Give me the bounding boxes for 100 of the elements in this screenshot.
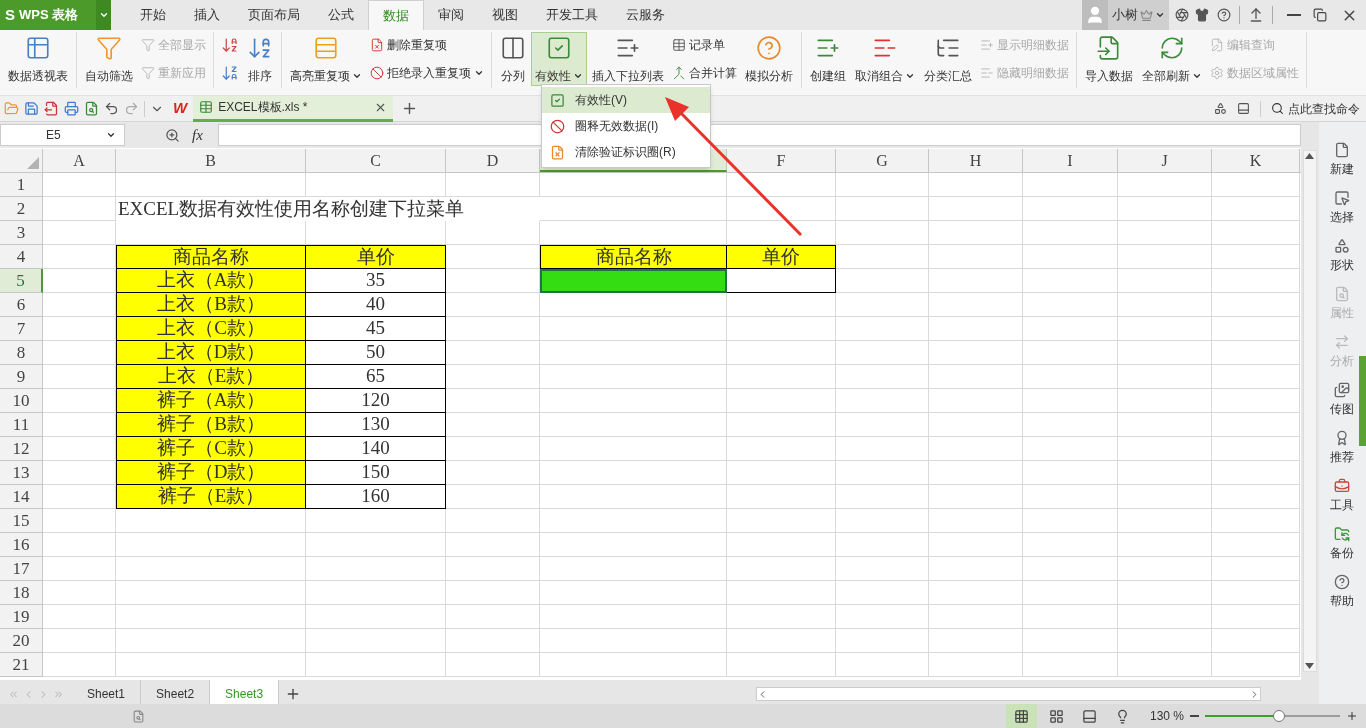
panel-expand-tab[interactable] [1359, 356, 1366, 446]
grid-cell[interactable] [1023, 413, 1118, 437]
grid-cell[interactable] [1023, 557, 1118, 581]
function-button[interactable]: fx [192, 123, 203, 147]
row-header[interactable]: 19 [0, 605, 43, 629]
grid-cell[interactable] [1023, 389, 1118, 413]
menu-tab[interactable]: 数据 [368, 0, 424, 30]
side-panel-button[interactable]: 新建 [1330, 142, 1355, 178]
grid-cell[interactable] [446, 581, 540, 605]
row-header[interactable]: 17 [0, 557, 43, 581]
table-cell[interactable]: 裤子（E款） [116, 485, 306, 509]
grid-cell[interactable] [836, 461, 929, 485]
zoom-icon[interactable] [165, 127, 180, 143]
ribbon-button[interactable]: 高亮重复项 [286, 32, 366, 86]
ribbon-button[interactable]: 删除重复项 [367, 34, 487, 56]
document-tab[interactable]: EXCEL模板.xls * [193, 95, 394, 122]
table-cell[interactable]: 35 [306, 269, 446, 293]
table-cell[interactable]: 上衣（B款） [116, 293, 306, 317]
grid-cell[interactable] [1212, 245, 1300, 269]
grid-cell[interactable] [116, 533, 306, 557]
ribbon-button[interactable]: 数据透视表 [4, 32, 72, 86]
ribbon-button[interactable]: 记录单 [669, 34, 740, 56]
grid-cell[interactable] [1118, 653, 1212, 677]
grid-cell[interactable] [540, 605, 727, 629]
grid-cell[interactable] [1118, 629, 1212, 653]
grid-cell[interactable] [727, 197, 836, 221]
grid-cell[interactable] [929, 365, 1023, 389]
ribbon-button[interactable]: 拒绝录入重复项 [367, 62, 487, 84]
grid-cell[interactable] [43, 533, 116, 557]
grid-cell[interactable] [43, 221, 116, 245]
grid-cell[interactable] [727, 629, 836, 653]
grid-cell[interactable] [1118, 389, 1212, 413]
row-header[interactable]: 13 [0, 461, 43, 485]
table-cell[interactable]: 裤子（B款） [116, 413, 306, 437]
grid-cell[interactable] [727, 653, 836, 677]
menu-tab[interactable]: 公式 [314, 0, 368, 30]
grid-cell[interactable] [1212, 653, 1300, 677]
grid-cell[interactable] [540, 293, 727, 317]
grid-cell[interactable] [446, 485, 540, 509]
scroll-up-icon[interactable] [1305, 153, 1315, 159]
grid-cell[interactable] [446, 293, 540, 317]
grid-cell[interactable] [1023, 221, 1118, 245]
grid-cell[interactable] [446, 317, 540, 341]
grid-cell[interactable] [1212, 461, 1300, 485]
grid-cell[interactable] [929, 629, 1023, 653]
zoom-in-icon[interactable] [1346, 710, 1358, 722]
grid-cell[interactable] [836, 581, 929, 605]
table-cell[interactable]: 45 [306, 317, 446, 341]
table-cell[interactable]: 150 [306, 461, 446, 485]
zoom-slider-thumb[interactable] [1273, 710, 1286, 722]
grid-cell[interactable] [1118, 509, 1212, 533]
row-header[interactable]: 20 [0, 629, 43, 653]
grid-cell[interactable] [1212, 221, 1300, 245]
grid-cell[interactable] [540, 365, 727, 389]
table-cell[interactable]: 50 [306, 341, 446, 365]
grid-cell[interactable] [727, 509, 836, 533]
row-header[interactable]: 11 [0, 413, 43, 437]
grid-cell[interactable] [1212, 269, 1300, 293]
menu-tab[interactable]: 视图 [478, 0, 532, 30]
grid-cell[interactable] [929, 437, 1023, 461]
grid-cell[interactable] [1118, 533, 1212, 557]
grid-cell[interactable] [43, 629, 116, 653]
grid-cell[interactable] [540, 461, 727, 485]
table-cell[interactable]: 上衣（D款） [116, 341, 306, 365]
row-header[interactable]: 7 [0, 317, 43, 341]
grid-cell[interactable] [1118, 317, 1212, 341]
table-cell[interactable]: 120 [306, 389, 446, 413]
row-header[interactable]: 9 [0, 365, 43, 389]
grid-cell[interactable] [929, 509, 1023, 533]
grid-cell[interactable] [1023, 437, 1118, 461]
grid-cell[interactable] [929, 245, 1023, 269]
select-all-icon[interactable] [27, 157, 39, 169]
grid-cell[interactable] [1118, 437, 1212, 461]
row-header[interactable]: 15 [0, 509, 43, 533]
export-icon[interactable] [44, 101, 59, 116]
side-panel-button[interactable]: 选择 [1330, 190, 1355, 226]
grid-cell[interactable] [43, 581, 116, 605]
preview-icon[interactable] [84, 101, 99, 116]
grid-cell[interactable] [1118, 341, 1212, 365]
grid-cell[interactable] [1118, 365, 1212, 389]
grid-cell[interactable] [727, 557, 836, 581]
horizontal-scrollbar[interactable] [755, 687, 1261, 701]
grid-cell[interactable] [929, 557, 1023, 581]
grid-cell[interactable] [116, 509, 306, 533]
grid-cell[interactable] [1212, 173, 1300, 197]
shirt-icon[interactable] [1195, 8, 1209, 22]
grid-cell[interactable] [727, 461, 836, 485]
grid-cell[interactable] [1212, 557, 1300, 581]
grid-cell[interactable] [1023, 365, 1118, 389]
grid-cell[interactable] [306, 629, 446, 653]
grid-cell[interactable] [43, 173, 116, 197]
row-header[interactable]: 16 [0, 533, 43, 557]
grid-cell[interactable] [929, 605, 1023, 629]
grid-cell[interactable] [446, 461, 540, 485]
grid-cell[interactable] [727, 173, 836, 197]
grid-cell[interactable] [446, 605, 540, 629]
grid-cell[interactable] [727, 341, 836, 365]
grid-cell[interactable] [540, 197, 727, 221]
table-cell[interactable]: 单价 [727, 245, 836, 269]
ribbon-button[interactable]: 合并计算 [669, 62, 740, 84]
